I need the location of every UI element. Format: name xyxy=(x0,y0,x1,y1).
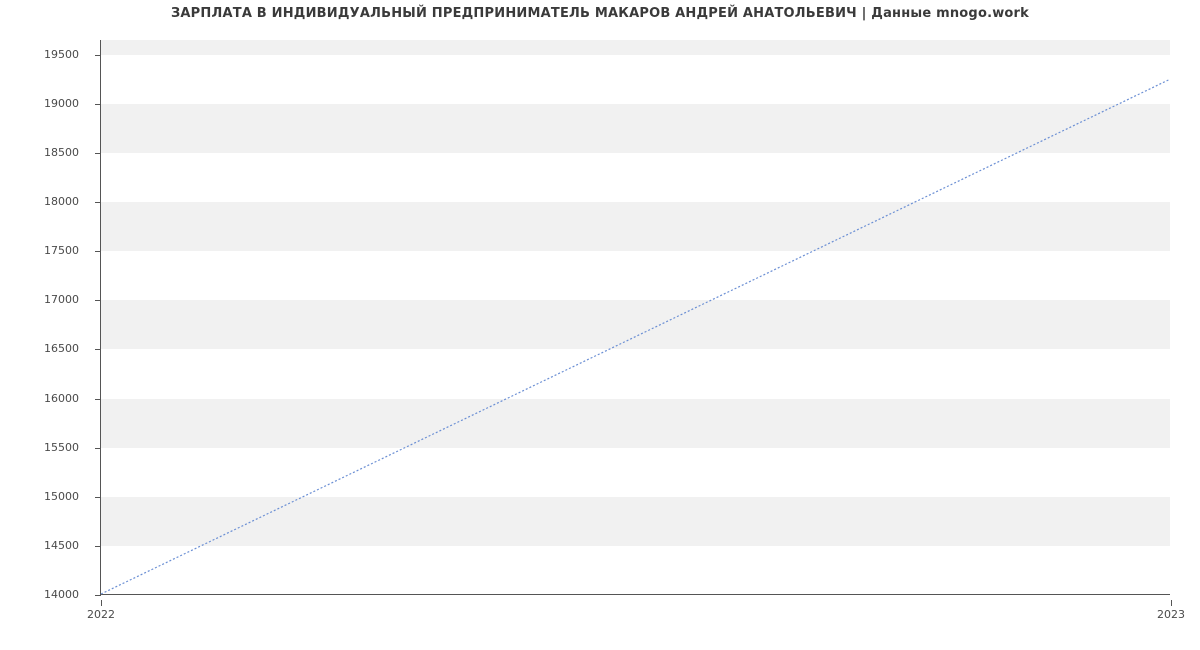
y-tick-mark xyxy=(95,251,101,252)
y-tick-label: 16500 xyxy=(44,342,79,355)
y-tick-label: 17500 xyxy=(44,244,79,257)
y-tick-label: 15000 xyxy=(44,490,79,503)
y-tick-label: 14000 xyxy=(44,588,79,601)
y-tick-label: 17000 xyxy=(44,293,79,306)
series-line xyxy=(101,79,1170,594)
chart-title: ЗАРПЛАТА В ИНДИВИДУАЛЬНЫЙ ПРЕДПРИНИМАТЕЛ… xyxy=(0,6,1200,21)
y-tick-mark xyxy=(95,300,101,301)
y-tick-mark xyxy=(95,104,101,105)
line-layer xyxy=(101,40,1170,594)
y-tick-label: 14500 xyxy=(44,539,79,552)
y-tick-label: 19500 xyxy=(44,48,79,61)
y-tick-mark xyxy=(95,448,101,449)
y-tick-mark xyxy=(95,55,101,56)
x-tick-label: 2022 xyxy=(87,608,115,621)
y-tick-mark xyxy=(95,497,101,498)
chart-container: ЗАРПЛАТА В ИНДИВИДУАЛЬНЫЙ ПРЕДПРИНИМАТЕЛ… xyxy=(0,0,1200,650)
x-tick-mark xyxy=(1171,600,1172,606)
y-tick-mark xyxy=(95,595,101,596)
y-tick-mark xyxy=(95,202,101,203)
y-tick-label: 15500 xyxy=(44,441,79,454)
y-tick-label: 19000 xyxy=(44,97,79,110)
y-tick-mark xyxy=(95,153,101,154)
y-tick-label: 18500 xyxy=(44,146,79,159)
y-tick-mark xyxy=(95,546,101,547)
y-tick-mark xyxy=(95,349,101,350)
y-tick-label: 18000 xyxy=(44,195,79,208)
x-tick-mark xyxy=(101,600,102,606)
y-tick-label: 16000 xyxy=(44,392,79,405)
y-tick-mark xyxy=(95,399,101,400)
plot-area: 1400014500150001550016000165001700017500… xyxy=(100,40,1170,595)
x-tick-label: 2023 xyxy=(1157,608,1185,621)
